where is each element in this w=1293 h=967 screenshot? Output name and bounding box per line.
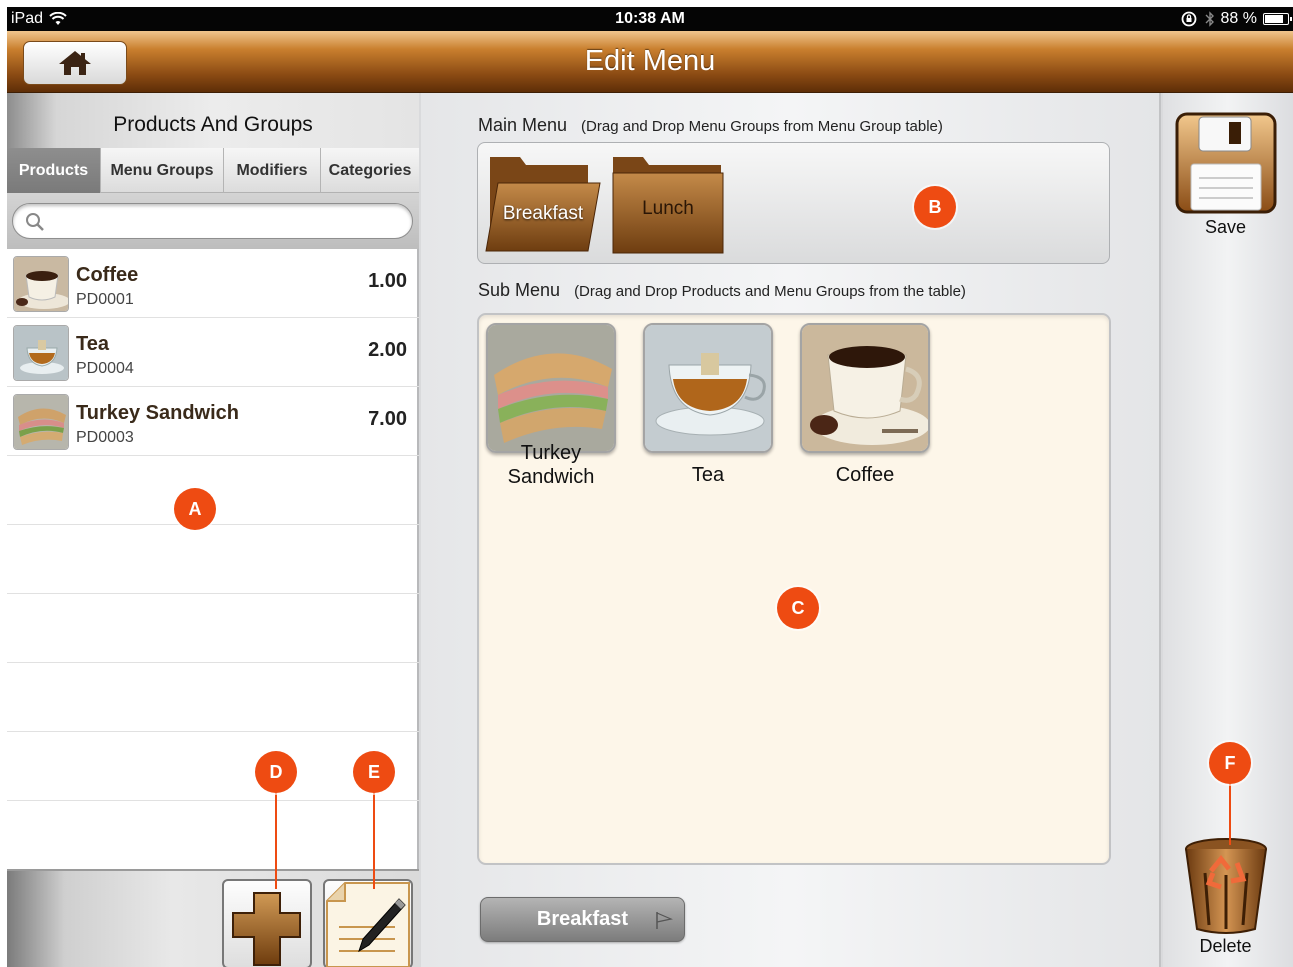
folder-label: Lunch	[642, 198, 694, 219]
empty-row	[7, 801, 419, 870]
product-price: 2.00	[368, 339, 407, 361]
callout-d: D	[255, 751, 297, 793]
delete-button[interactable]	[1183, 833, 1269, 937]
add-product-button[interactable]	[222, 879, 312, 967]
empty-row	[7, 663, 419, 732]
submenu-item-label: Turkey Sandwich	[507, 442, 595, 488]
panel-header: Products And Groups	[7, 93, 419, 148]
plus-icon	[232, 892, 301, 966]
sandwich-thumbnail	[13, 394, 69, 450]
product-code: PD0003	[76, 429, 134, 446]
submenu-item[interactable]: Coffee	[800, 323, 930, 487]
submenu-item-label: Coffee	[835, 464, 895, 486]
clock: 10:38 AM	[615, 10, 685, 27]
page-title: Edit Menu	[584, 45, 716, 77]
battery-percent: 88 %	[1220, 10, 1257, 27]
left-toolbar	[7, 869, 419, 967]
products-panel: Products And Groups Products Menu Groups…	[7, 93, 419, 967]
callout-b: B	[914, 186, 956, 228]
floppy-disk-icon	[1175, 112, 1277, 214]
submenu-item[interactable]: Turkey Sandwich	[486, 323, 616, 488]
sub-menu-heading: Sub Menu (Drag and Drop Products and Menu…	[478, 280, 966, 301]
sub-menu-label: Sub Menu	[478, 280, 561, 300]
menu-group-folder[interactable]: Breakfast	[484, 153, 602, 257]
product-code: PD0001	[76, 291, 134, 308]
main-menu-label: Main Menu	[478, 115, 568, 135]
submenu-item[interactable]: Tea	[643, 323, 773, 487]
callout-e-line	[373, 791, 375, 889]
table-row[interactable]: Coffee PD0001 1.00	[7, 249, 419, 318]
tea-thumbnail	[13, 325, 69, 381]
save-button[interactable]	[1175, 112, 1277, 214]
tab-products[interactable]: Products	[7, 148, 101, 193]
tab-menu-groups[interactable]: Menu Groups	[101, 148, 224, 193]
callout-d-line	[275, 791, 277, 889]
tab-modifiers[interactable]: Modifiers	[224, 148, 321, 193]
menu-editor: Main Menu (Drag and Drop Menu Groups from…	[421, 93, 1161, 967]
search-input[interactable]	[51, 210, 401, 232]
sandwich-image	[486, 323, 616, 453]
tab-categories[interactable]: Categories	[321, 148, 419, 193]
callout-f: F	[1209, 742, 1251, 784]
search-bar	[7, 193, 419, 249]
callout-c: C	[777, 587, 819, 629]
product-price: 7.00	[368, 408, 407, 430]
panel-title: Products And Groups	[113, 113, 313, 136]
actions-panel: Save Delete	[1163, 93, 1293, 967]
main-menu-heading: Main Menu (Drag and Drop Menu Groups from…	[478, 115, 943, 136]
table-row[interactable]: Tea PD0004 2.00	[7, 318, 419, 387]
search-icon	[26, 213, 44, 231]
main-menu-hint: (Drag and Drop Menu Groups from Menu Gro…	[581, 118, 943, 135]
title-bar: Edit Menu	[7, 31, 1293, 93]
main-menu-dropzone[interactable]: Breakfast Lunch	[477, 142, 1110, 264]
callout-a: A	[174, 488, 216, 530]
flag-icon	[656, 912, 673, 929]
table-row[interactable]: Turkey Sandwich PD0003 7.00	[7, 387, 419, 456]
menu-group-folder[interactable]: Lunch	[609, 153, 727, 257]
save-label: Save	[1204, 217, 1247, 237]
ipad-screen: iPad 10:38 AM 88 % Edit Menu Products An…	[7, 7, 1293, 967]
product-price: 1.00	[368, 270, 407, 292]
edit-product-button[interactable]	[323, 879, 413, 967]
empty-row	[7, 594, 419, 663]
search-field[interactable]	[12, 203, 413, 239]
callout-f-line	[1229, 783, 1231, 845]
coffee-thumbnail	[13, 256, 69, 312]
battery-icon	[1263, 13, 1292, 25]
product-name: Tea	[76, 333, 109, 355]
empty-row	[7, 525, 419, 594]
folder-label: Breakfast	[502, 203, 584, 224]
segmented-tabs: Products Menu Groups Modifiers Categorie…	[7, 148, 419, 193]
status-bar: iPad 10:38 AM 88 %	[7, 7, 1293, 31]
product-name: Coffee	[76, 264, 139, 286]
tea-image	[643, 323, 773, 453]
coffee-image	[800, 323, 930, 453]
breadcrumb-label: Breakfast	[536, 908, 629, 930]
submenu-item-label: Tea	[691, 464, 725, 486]
callout-e: E	[353, 751, 395, 793]
recycle-bin-icon	[1185, 838, 1267, 934]
sub-menu-hint: (Drag and Drop Products and Menu Groups …	[574, 283, 966, 300]
edit-pen-icon	[326, 882, 410, 967]
product-code: PD0004	[76, 360, 134, 377]
product-name: Turkey Sandwich	[76, 402, 240, 424]
rotation-lock-icon	[1181, 11, 1196, 27]
breadcrumb-button[interactable]: Breakfast	[480, 897, 685, 942]
bluetooth-icon	[1205, 11, 1214, 27]
delete-label: Delete	[1199, 936, 1252, 956]
